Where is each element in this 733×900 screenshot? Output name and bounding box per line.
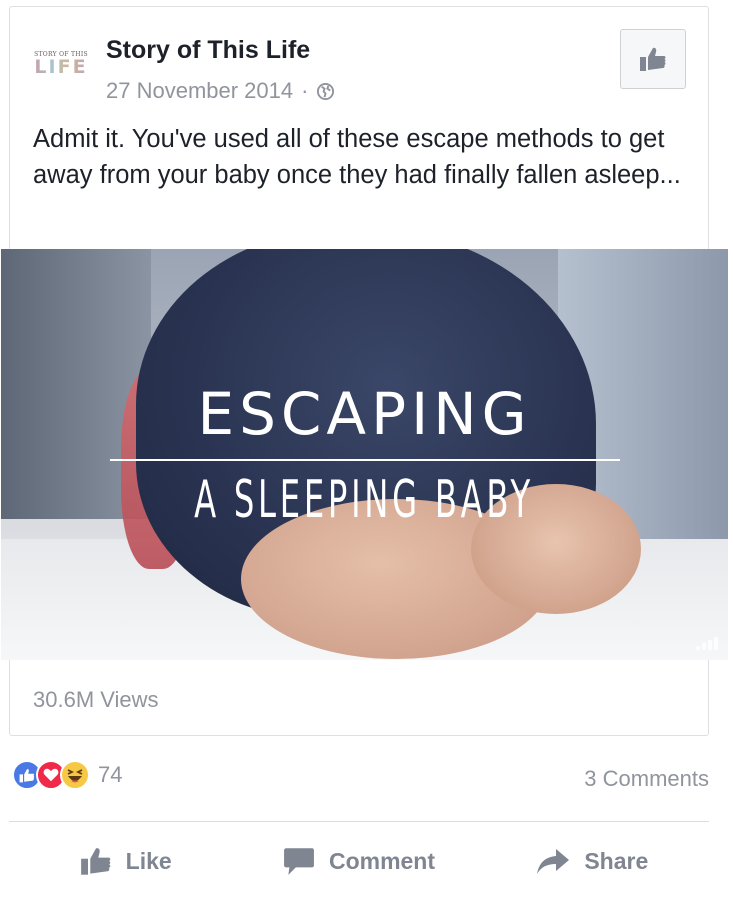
post-meta: 27 November 2014 · <box>106 78 335 104</box>
comment-icon <box>284 848 314 875</box>
like-page-button[interactable] <box>620 29 686 89</box>
video-title-line1: ESCAPING <box>197 380 532 448</box>
post-card: STORY OF THIS LIFE Story of This Life 27… <box>1 6 728 736</box>
globe-icon <box>317 82 335 100</box>
comment-label: Comment <box>328 847 436 874</box>
like-icon <box>80 848 110 875</box>
thumbs-up-icon <box>640 47 666 71</box>
post-date[interactable]: 27 November 2014 <box>106 78 293 104</box>
meta-separator: · <box>301 78 309 103</box>
video-quality-icon <box>696 637 718 650</box>
page-avatar[interactable]: STORY OF THIS LIFE <box>33 44 89 82</box>
actions-divider <box>9 821 709 822</box>
share-label: Share <box>584 847 649 874</box>
share-button[interactable]: Share <box>476 830 709 892</box>
post-actions: Like Comment Share <box>9 830 709 892</box>
page-name-link[interactable]: Story of This Life <box>106 36 310 65</box>
share-icon <box>537 849 570 874</box>
video-title-divider <box>109 459 620 461</box>
video-player[interactable]: ESCAPING A SLEEPING BABY <box>1 249 728 660</box>
haha-reaction-icon <box>60 760 90 790</box>
comments-count-link[interactable]: 3 Comments <box>584 766 709 792</box>
reactions-summary[interactable]: 74 <box>12 760 122 790</box>
reaction-count: 74 <box>98 762 123 787</box>
like-label: Like <box>125 847 172 874</box>
video-title-overlay: ESCAPING A SLEEPING BABY <box>1 379 728 533</box>
post-header: STORY OF THIS LIFE Story of This Life 27… <box>10 7 708 117</box>
video-title-line2: A SLEEPING BABY <box>194 470 535 530</box>
comment-button[interactable]: Comment <box>242 830 475 892</box>
video-views-count: 30.6M Views <box>33 687 159 712</box>
post-text: Admit it. You've used all of these escap… <box>33 125 681 189</box>
like-button[interactable]: Like <box>9 830 242 892</box>
avatar-logo-text: LIFE <box>34 55 88 78</box>
